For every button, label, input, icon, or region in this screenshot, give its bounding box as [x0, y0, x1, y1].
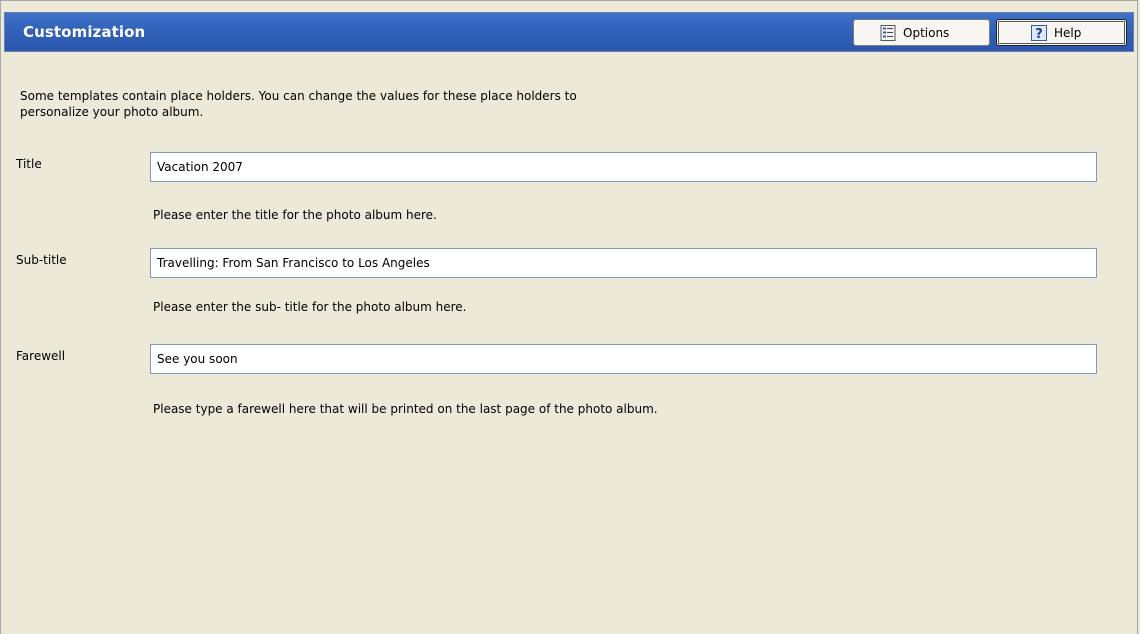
options-button[interactable]: Options: [853, 19, 990, 46]
title-input[interactable]: [150, 152, 1097, 182]
farewell-input[interactable]: [150, 344, 1097, 374]
help-question-icon: ?: [1031, 24, 1048, 42]
intro-text: Some templates contain place holders. Yo…: [20, 89, 577, 119]
subtitle-hint: Please enter the sub- title for the phot…: [153, 300, 467, 314]
help-label: Help: [1054, 25, 1082, 40]
options-list-icon: [880, 24, 897, 41]
help-button[interactable]: ? Help: [996, 19, 1127, 46]
subtitle-input[interactable]: [150, 248, 1097, 278]
options-label: Options: [903, 25, 950, 40]
panel-title: Customization: [23, 23, 146, 41]
svg-text:?: ?: [1035, 27, 1043, 41]
subtitle-label: Sub-title: [16, 253, 67, 267]
farewell-hint: Please type a farewell here that will be…: [153, 402, 658, 416]
panel-header: Customization Options ? Help: [4, 12, 1134, 52]
farewell-label: Farewell: [16, 349, 66, 363]
title-label: Title: [16, 157, 42, 171]
title-hint: Please enter the title for the photo alb…: [153, 208, 437, 222]
